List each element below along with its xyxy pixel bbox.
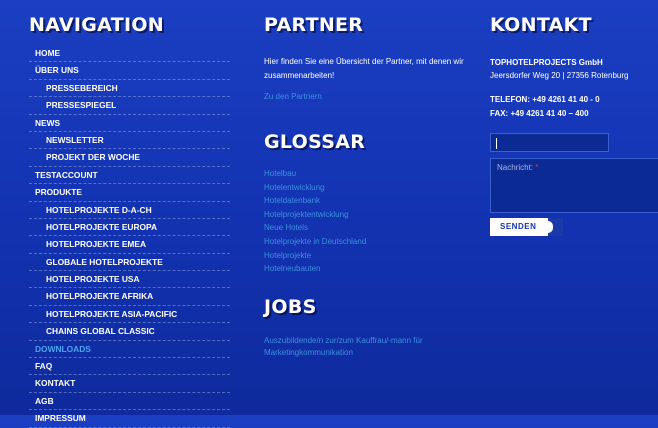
- partner-description: Hier finden Sie eine Übersicht der Partn…: [264, 57, 464, 80]
- nav-item[interactable]: HOTELPROJEKTE AFRIKA: [29, 288, 230, 306]
- nav-item[interactable]: TESTACCOUNT: [29, 167, 230, 185]
- glossar-list: Hotelbau Hotelentwicklung Hoteldatenbank Ho…: [264, 167, 474, 276]
- nav-item[interactable]: NEWS: [29, 115, 230, 132]
- nav-item[interactable]: PRODUKTE: [29, 184, 230, 202]
- telefon-number: TELEFON: +49 4261 41 40 - 0: [490, 95, 600, 104]
- partner-heading: PARTNER: [264, 14, 364, 36]
- navigation-heading: NAVIGATION: [29, 14, 164, 36]
- nav-item[interactable]: FAQ: [29, 358, 230, 376]
- nav-item[interactable]: HOME: [29, 45, 230, 63]
- partner-link[interactable]: Zu den Partnern: [264, 92, 474, 101]
- glossar-link[interactable]: Hotelbau: [264, 167, 474, 181]
- nav-item[interactable]: AGB: [29, 393, 230, 411]
- nav-item[interactable]: ÜBER UNS: [29, 62, 230, 80]
- glossar-link[interactable]: Hotelentwicklung: [264, 181, 474, 195]
- glossar-heading: GLOSSAR: [264, 131, 366, 153]
- glossar-link[interactable]: Hotelprojekte in Deutschland: [264, 235, 474, 249]
- name-input[interactable]: [490, 133, 609, 152]
- send-arrow-icon: [548, 218, 563, 236]
- glossar-link[interactable]: Hotelneubauten: [264, 262, 474, 276]
- nav-item[interactable]: KONTAKT: [29, 375, 230, 393]
- navigation-section: NAVIGATION HOME ÜBER UNS PRESSEBEREICH PRES…: [29, 14, 230, 428]
- company-name: TOPHOTELPROJECTS GmbH: [490, 58, 603, 67]
- required-mark: *: [535, 163, 539, 172]
- middle-column: PARTNER Hier finden Sie eine Übersicht d…: [264, 14, 474, 360]
- nav-item[interactable]: DOWNLOADS: [29, 341, 230, 359]
- contact-heading: KONTAKT: [490, 14, 592, 36]
- nav-item[interactable]: HOTELPROJEKTE EMEA: [29, 236, 230, 254]
- message-textarea[interactable]: Nachricht: *: [490, 158, 658, 213]
- nav-item[interactable]: PROJEKT DER WOCHE: [29, 149, 230, 167]
- glossar-link[interactable]: Neue Hotels: [264, 221, 474, 235]
- nav-item[interactable]: PRESSESPIEGEL: [29, 97, 230, 115]
- contact-section: KONTAKT TOPHOTELPROJECTS GmbH Jeersdorfe…: [490, 14, 658, 236]
- nav-item[interactable]: IMPRESSUM: [29, 410, 230, 428]
- nav-item[interactable]: HOTELPROJEKTE EUROPA: [29, 219, 230, 237]
- nav-item[interactable]: PRESSEBEREICH: [29, 80, 230, 98]
- message-label: Nachricht:: [497, 163, 534, 172]
- nav-item[interactable]: GLOBALE HOTELPROJEKTE: [29, 254, 230, 272]
- glossar-link[interactable]: Hotelprojektentwicklung: [264, 208, 474, 222]
- nav-item[interactable]: CHAINS GLOBAL CLASSIC: [29, 323, 230, 341]
- company-address: Jeersdorfer Weg 20 | 27356 Rotenburg: [490, 71, 629, 80]
- nav-item[interactable]: HOTELPROJEKTE ASIA-PACIFIC: [29, 306, 230, 324]
- fax-number: FAX: +49 4261 41 40 – 400: [490, 108, 589, 118]
- glossar-link[interactable]: Hoteldatenbank: [264, 194, 474, 208]
- nav-item[interactable]: HOTELPROJEKTE D-A-CH: [29, 202, 230, 219]
- jobs-link[interactable]: Auszubildende/n zur/zum Kauffrau/-mann f…: [264, 335, 454, 360]
- nav-item[interactable]: NEWSLETTER: [29, 132, 230, 150]
- jobs-heading: JOBS: [264, 295, 317, 318]
- contact-numbers: TELEFON: +49 4261 41 40 - 0 FAX: +49 426…: [490, 93, 658, 120]
- glossar-link[interactable]: Hotelprojekte: [264, 249, 474, 263]
- nav-item[interactable]: HOTELPROJEKTE USA: [29, 271, 230, 289]
- send-button-label: SENDEN: [500, 222, 537, 231]
- text-cursor: [496, 138, 497, 149]
- navigation-list: HOME ÜBER UNS PRESSEBEREICH PRESSESPIEGEL NE…: [29, 45, 230, 428]
- send-button[interactable]: SENDEN: [490, 218, 563, 236]
